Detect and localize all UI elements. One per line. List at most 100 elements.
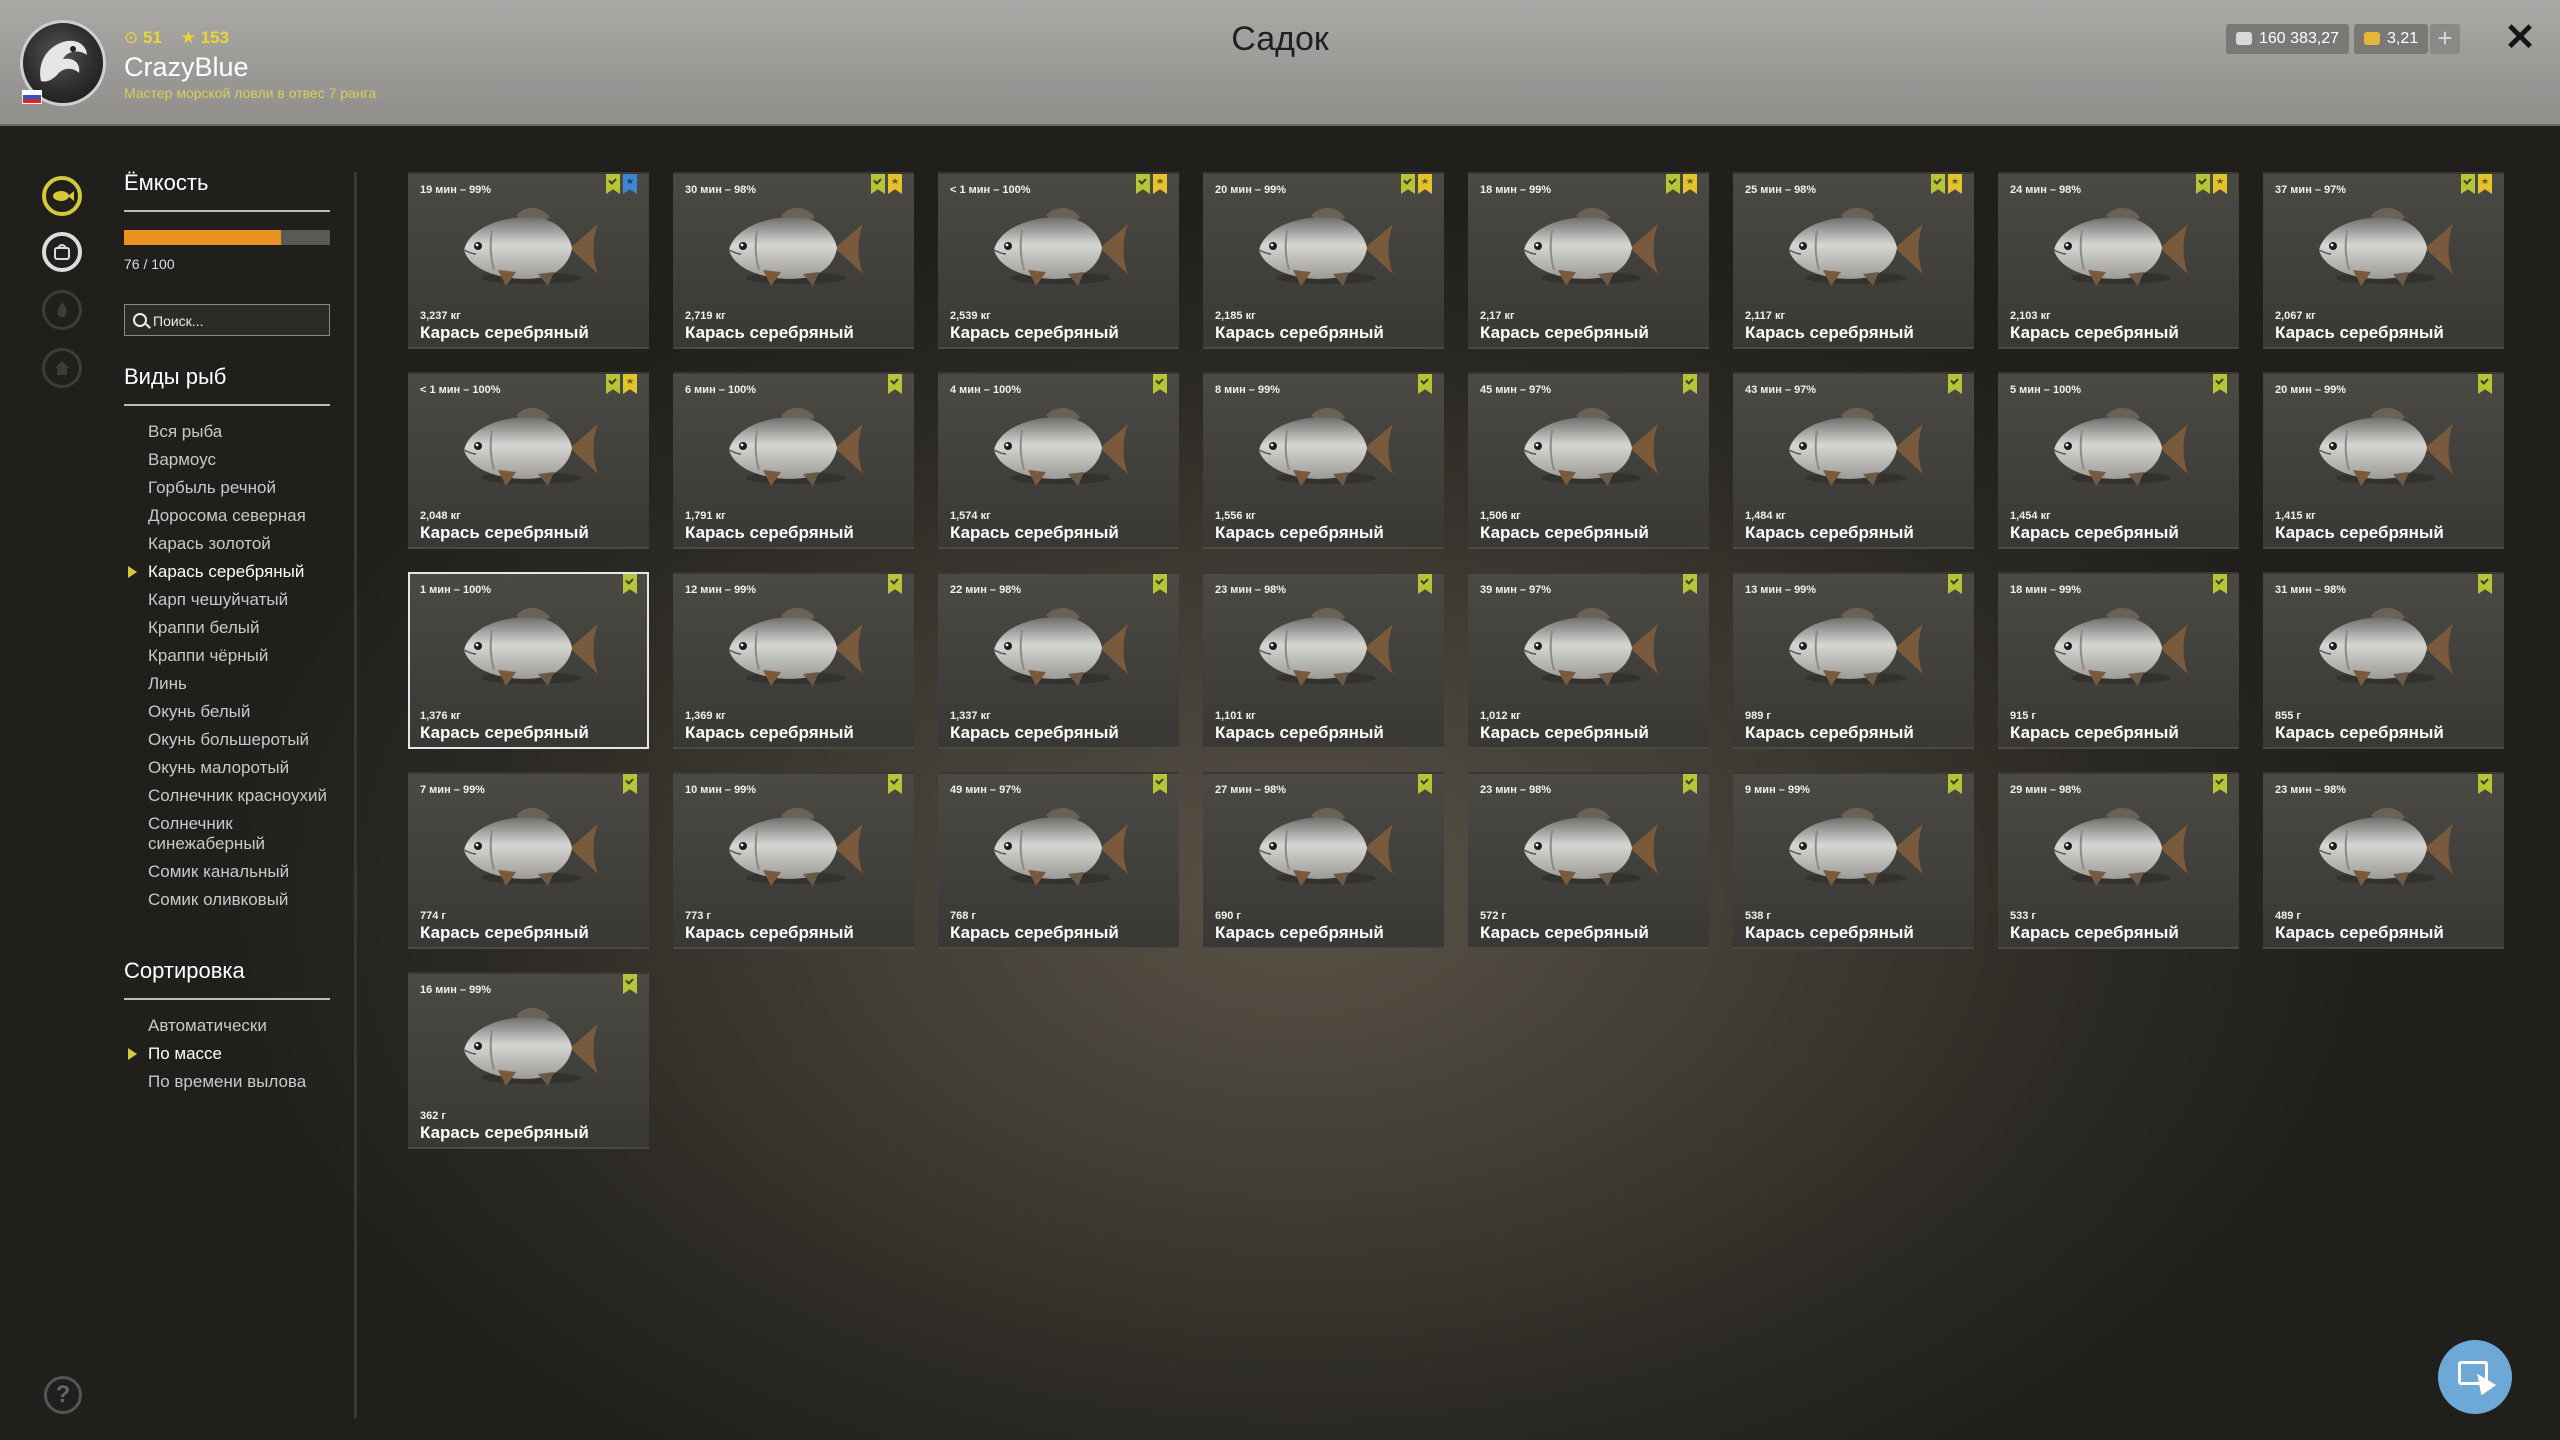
fish-badges — [1418, 774, 1432, 794]
fish-weight: 1,337 кг — [950, 710, 991, 722]
catch-time-quality: 43 мин – 97% — [1745, 384, 1817, 396]
fish-card[interactable]: 29 мин – 98% 533 г Карась серебряный — [1998, 772, 2239, 949]
star-ribbon-icon — [623, 374, 637, 394]
unique-ribbon-icon — [623, 174, 637, 194]
sort-option[interactable]: По времени вылова — [148, 1072, 348, 1092]
fish-card[interactable]: 31 мин – 98% 855 г Карась серебряный — [2263, 572, 2504, 749]
catch-time-quality: 13 мин – 99% — [1745, 584, 1817, 596]
basket-tab-icon[interactable] — [42, 232, 82, 272]
fish-weight: 1,012 кг — [1480, 710, 1521, 722]
fish-card[interactable]: 5 мин – 100% 1,454 кг Карась серебряный — [1998, 372, 2239, 549]
crucian-carp-icon — [1523, 407, 1658, 486]
fish-card[interactable]: 7 мин – 99% 774 г Карась серебряный — [408, 772, 649, 949]
house-icon — [55, 361, 69, 375]
close-button[interactable]: ✕ — [2500, 18, 2540, 58]
fish-card[interactable]: 37 мин – 97% 2,067 кг Карась серебряный — [2263, 172, 2504, 349]
species-item[interactable]: Солнечник синежаберный — [148, 814, 348, 854]
fish-card[interactable]: 43 мин – 97% 1,484 кг Карась серебряный — [1733, 372, 1974, 549]
sort-option[interactable]: Автоматически — [148, 1016, 348, 1036]
species-item[interactable]: Карп чешуйчатый — [148, 590, 348, 610]
fish-card[interactable]: 27 мин – 98% 690 г Карась серебряный — [1203, 772, 1444, 949]
fish-card[interactable]: 20 мин – 99% 1,415 кг Карась серебряный — [2263, 372, 2504, 549]
fish-card[interactable]: 30 мин – 98% 2,719 кг Карась серебряный — [673, 172, 914, 349]
add-currency-button[interactable]: + — [2430, 24, 2460, 54]
fish-card[interactable]: 25 мин – 98% 2,117 кг Карась серебряный — [1733, 172, 1974, 349]
fish-card[interactable]: 18 мин – 99% 915 г Карась серебряный — [1998, 572, 2239, 749]
fish-card[interactable]: < 1 мин – 100% 2,539 кг Карась серебряный — [938, 172, 1179, 349]
species-item[interactable]: Вся рыба — [148, 422, 348, 442]
cursor-mode-button[interactable] — [2438, 1340, 2512, 1414]
fish-weight: 1,454 кг — [2010, 510, 2051, 522]
fish-card[interactable]: 22 мин – 98% 1,337 кг Карась серебряный — [938, 572, 1179, 749]
fish-image — [2048, 200, 2194, 299]
keepnet-tab-icon[interactable] — [42, 176, 82, 216]
capacity-progress-fill — [124, 230, 281, 245]
catch-time-quality: 8 мин – 99% — [1215, 384, 1280, 396]
fish-grid: 19 мин – 99% 3,237 кг Карась серебряный 30… — [408, 172, 2506, 1149]
species-item[interactable]: Окунь белый — [148, 702, 348, 722]
fish-card[interactable]: 12 мин – 99% 1,369 кг Карась серебряный — [673, 572, 914, 749]
species-item[interactable]: Вармоус — [148, 450, 348, 470]
fish-weight: 773 г — [685, 910, 711, 922]
fish-weight: 1,574 кг — [950, 510, 991, 522]
trophy-ribbon-icon — [1683, 374, 1697, 394]
species-item[interactable]: Сомик канальный — [148, 862, 348, 882]
fish-image — [2313, 200, 2459, 299]
fish-card[interactable]: 24 мин – 98% 2,103 кг Карась серебряный — [1998, 172, 2239, 349]
fish-card[interactable]: 39 мин – 97% 1,012 кг Карась серебряный — [1468, 572, 1709, 749]
help-icon[interactable]: ? — [44, 1376, 82, 1414]
fish-card[interactable]: 10 мин – 99% 773 г Карась серебряный — [673, 772, 914, 949]
fish-card[interactable]: 23 мин – 98% 489 г Карась серебряный — [2263, 772, 2504, 949]
catch-time-quality: 6 мин – 100% — [685, 384, 757, 396]
fish-weight: 1,415 кг — [2275, 510, 2316, 522]
fish-card[interactable]: 45 мин – 97% 1,506 кг Карась серебряный — [1468, 372, 1709, 549]
fish-weight: 2,719 кг — [685, 310, 726, 322]
sort-option[interactable]: По массе — [128, 1044, 348, 1064]
player-rank: Мастер морской ловли в отвес 7 ранга — [124, 85, 377, 101]
catch-time-quality: 29 мин – 98% — [2010, 784, 2082, 796]
fish-weight: 2,067 кг — [2275, 310, 2316, 322]
fish-card[interactable]: 8 мин – 99% 1,556 кг Карась серебряный — [1203, 372, 1444, 549]
fish-card[interactable]: 4 мин – 100% 1,574 кг Карась серебряный — [938, 372, 1179, 549]
search-input[interactable] — [151, 309, 325, 333]
fish-card[interactable]: 13 мин – 99% 989 г Карась серебряный — [1733, 572, 1974, 749]
species-item[interactable]: Окунь малоротый — [148, 758, 348, 778]
fish-card[interactable]: 1 мин – 100% 1,376 кг Карась серебряный — [408, 572, 649, 749]
species-item[interactable]: Доросома северная — [148, 506, 348, 526]
crucian-carp-icon — [463, 607, 598, 686]
fish-image — [2313, 600, 2459, 699]
search-box[interactable] — [124, 304, 330, 336]
home-tab-icon[interactable] — [42, 348, 82, 388]
fish-card[interactable]: 19 мин – 99% 3,237 кг Карась серебряный — [408, 172, 649, 349]
fish-card[interactable]: 23 мин – 98% 572 г Карась серебряный — [1468, 772, 1709, 949]
fish-badges — [606, 174, 637, 194]
species-item[interactable]: Солнечник красноухий — [148, 786, 348, 806]
fish-card[interactable]: 49 мин – 97% 768 г Карась серебряный — [938, 772, 1179, 949]
fish-weight: 489 г — [2275, 910, 2301, 922]
species-item[interactable]: Окунь большеротый — [148, 730, 348, 750]
species-title: Виды рыб — [124, 364, 227, 389]
silver-balance: 160 383,27 — [2226, 24, 2350, 54]
species-item[interactable]: Краппи чёрный — [148, 646, 348, 666]
fish-card[interactable]: 9 мин – 99% 538 г Карась серебряный — [1733, 772, 1974, 949]
fish-card[interactable]: 20 мин – 99% 2,185 кг Карась серебряный — [1203, 172, 1444, 349]
fish-name: Карась серебряный — [1215, 723, 1384, 742]
player-stars: 153 — [200, 28, 229, 47]
fish-card[interactable]: < 1 мин – 100% 2,048 кг Карась серебряный — [408, 372, 649, 549]
trophy-ribbon-icon — [1153, 374, 1167, 394]
fish-name: Карась серебряный — [1215, 323, 1384, 342]
species-item[interactable]: Линь — [148, 674, 348, 694]
fish-card[interactable]: 16 мин – 99% 362 г Карась серебряный — [408, 972, 649, 1149]
species-item[interactable]: Карась золотой — [148, 534, 348, 554]
campfire-tab-icon[interactable] — [42, 290, 82, 330]
species-item[interactable]: Горбыль речной — [148, 478, 348, 498]
species-item[interactable]: Сомик оливковый — [148, 890, 348, 910]
species-item[interactable]: Карась серебряный — [128, 562, 348, 582]
fish-weight: 3,237 кг — [420, 310, 461, 322]
species-item[interactable]: Краппи белый — [148, 618, 348, 638]
catch-time-quality: 7 мин – 99% — [420, 784, 485, 796]
fish-card[interactable]: 6 мин – 100% 1,791 кг Карась серебряный — [673, 372, 914, 549]
fish-card[interactable]: 18 мин – 99% 2,17 кг Карась серебряный — [1468, 172, 1709, 349]
fish-card[interactable]: 23 мин – 98% 1,101 кг Карась серебряный — [1203, 572, 1444, 749]
fish-badges — [2213, 574, 2227, 594]
